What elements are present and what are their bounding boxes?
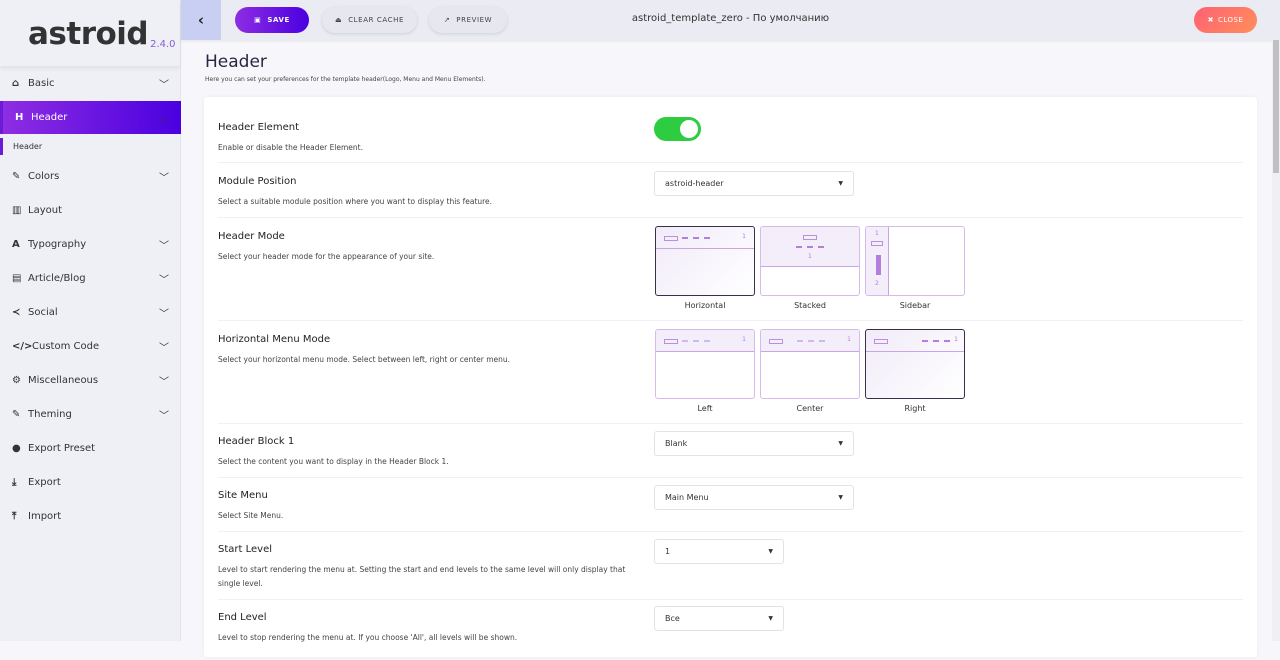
save-button[interactable]: ▣ SAVE [235,7,309,33]
sidebar-item-social[interactable]: ≺ Social ﹀ [0,295,181,329]
external-link-icon: ↗ [443,16,451,24]
font-icon: A [12,238,20,250]
version: 2.4.0 [150,39,176,50]
sidebar-item-basic[interactable]: ⌂ Basic ﹀ [0,66,181,100]
close-button[interactable]: ✖ CLOSE [1194,7,1257,33]
upload-icon: ⤒ [12,510,17,522]
sidebar-item-import[interactable]: ⤒ Import [0,499,181,533]
start-level-select[interactable]: 1 ▼ [654,539,784,564]
sidebar-item-theming[interactable]: ✎ Theming ﹀ [0,397,181,431]
page-title: Header [205,52,267,72]
chevron-down-icon: ﹀ [159,274,169,286]
caret-down-icon: ▼ [838,180,843,187]
field-horizontal-menu-mode: Horizontal Menu Mode Select your horizon… [218,321,1243,424]
field-site-menu: Site Menu Select Site Menu. Main Menu ▼ [218,478,1243,532]
caret-down-icon: ▼ [768,615,773,622]
field-header-mode: Header Mode Select your header mode for … [218,218,1243,321]
logo: astroid 2.4.0 [0,0,180,66]
menu-mode-center[interactable]: 1 Center [760,329,860,413]
sidebar-thumbnail: 12 [865,226,965,296]
sidebar-item-typography[interactable]: A Typography ﹀ [0,227,181,261]
header-mode-sidebar[interactable]: 1 2 Sidebar [865,226,965,310]
chevron-down-icon: ﹀ [159,342,169,354]
sidebar-subitem-header[interactable]: Header [0,138,181,155]
palette-icon: ● [12,442,21,454]
sidebar-item-custom-code[interactable]: </> Custom Code ﹀ [0,329,181,363]
sidebar-item-layout[interactable]: ▥ Layout [0,193,181,227]
settings-card: Header Element Enable or disable the Hea… [204,97,1257,657]
chevron-down-icon: ﹀ [159,79,169,91]
home-icon: ⌂ [12,77,20,89]
caret-down-icon: ▼ [768,548,773,555]
preview-button[interactable]: ↗ PREVIEW [429,7,507,33]
sidebar-item-miscellaneous[interactable]: ⚙ Miscellaneous ﹀ [0,363,181,397]
toolbar: ‹ astroid_template_zero - По умолчанию ▣… [181,0,1280,40]
download-icon: ⤓ [12,476,17,488]
code-icon: </> [12,340,33,352]
columns-icon: ▥ [12,204,22,216]
caret-down-icon: ▼ [838,440,843,447]
clear-cache-button[interactable]: ⏏ CLEAR CACHE [322,7,417,33]
scrollbar-thumb[interactable] [1273,40,1279,173]
field-start-level: Start Level Level to start rendering the… [218,532,1243,600]
sidebar: astroid 2.4.0 ⌂ Basic ﹀ H Header ︿ Header ✎ Co… [0,0,181,641]
chevron-down-icon: ﹀ [159,172,169,184]
chevron-down-icon: ﹀ [159,376,169,388]
sidebar-item-header[interactable]: H Header ︿ [0,101,181,134]
save-icon: ▣ [254,16,262,24]
scrollbar[interactable] [1272,40,1280,641]
horizontal-thumbnail: 1 [655,226,755,296]
header-element-toggle[interactable] [654,117,701,141]
chevron-down-icon: ﹀ [159,308,169,320]
header-mode-horizontal[interactable]: 1 Horizontal [655,226,755,310]
close-icon: ✖ [1207,16,1214,24]
sidebar-item-export[interactable]: ⤓ Export [0,465,181,499]
chevron-up-icon: ︿ [159,114,169,125]
site-menu-select[interactable]: Main Menu ▼ [654,485,854,510]
field-end-level: End Level Level to stop rendering the me… [218,600,1243,660]
chevron-down-icon: ﹀ [159,410,169,422]
end-level-select[interactable]: Все ▼ [654,606,784,631]
field-module-position: Module Position Select a suitable module… [218,163,1243,218]
cogs-icon: ⚙ [12,374,21,386]
brush-icon: ✎ [12,408,21,420]
sidebar-item-export-preset[interactable]: ● Export Preset [0,431,181,465]
newspaper-icon: ▤ [12,272,22,284]
field-header-element: Header Element Enable or disable the Hea… [218,97,1243,163]
caret-down-icon: ▼ [838,494,843,501]
chevron-down-icon: ﹀ [159,240,169,252]
stacked-thumbnail: 1 [760,226,860,296]
sidebar-item-colors[interactable]: ✎ Colors ﹀ [0,159,181,193]
page-subtitle: Here you can set your preferences for th… [205,76,486,83]
share-icon: ≺ [12,306,21,318]
eraser-icon: ⏏ [334,16,343,24]
heading-icon: H [15,112,24,123]
header-mode-stacked[interactable]: 1 Stacked [760,226,860,310]
menu-mode-left[interactable]: 1 Left [655,329,755,413]
module-position-select[interactable]: astroid-header ▼ [654,171,854,196]
brush-icon: ✎ [12,170,21,182]
field-header-block-1: Header Block 1 Select the content you wa… [218,424,1243,478]
sidebar-item-article-blog[interactable]: ▤ Article/Blog ﹀ [0,261,181,295]
header-block-1-select[interactable]: Blank ▼ [654,431,854,456]
menu-mode-right[interactable]: 1 Right [865,329,965,413]
